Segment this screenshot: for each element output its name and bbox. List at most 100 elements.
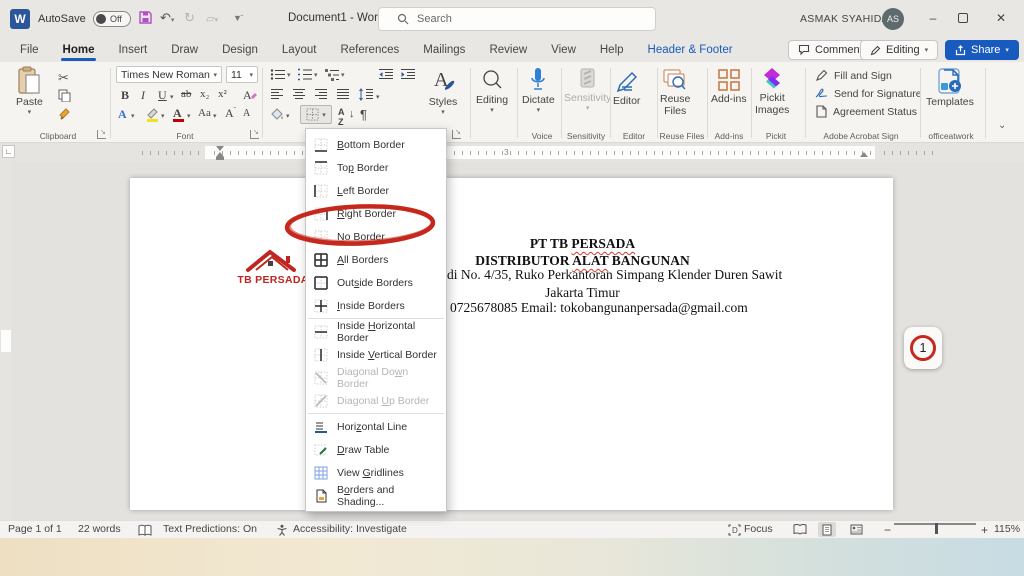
zoom-level[interactable]: 115% [994,523,1020,535]
document-page[interactable]: TB PERSADA PT TB PERSADA DISTRIBUTOR ALA… [130,178,893,510]
tab-design[interactable]: Design [210,38,270,62]
chevron-down-icon[interactable]: ▾ [287,71,291,79]
menu-item-right-border[interactable]: Right Border [306,202,446,225]
proofing-icon[interactable] [138,524,152,536]
cut-icon[interactable]: ✂ [58,70,69,86]
align-left-button[interactable] [270,88,284,101]
menu-item-inside-horizontal-border[interactable]: Inside Horizontal Border [306,320,446,343]
text-effects-button[interactable]: A [118,107,127,122]
chevron-down-icon[interactable]: ▾ [131,112,135,120]
editing-group-button[interactable]: Editing ▾ [476,68,508,114]
chevron-down-icon[interactable]: ▾ [341,71,345,79]
pilcrow-button[interactable]: ¶ [360,107,367,122]
zoom-in-button[interactable]: + [981,523,988,537]
chevron-down-icon[interactable]: ▾ [376,93,380,101]
menu-item-view-gridlines[interactable]: View Gridlines [306,461,446,484]
align-right-button[interactable] [314,88,328,101]
multilevel-list-button[interactable] [324,68,340,81]
autosave-toggle[interactable]: Off [93,11,131,27]
menu-item-inside-vertical-border[interactable]: Inside Vertical Border [306,343,446,366]
chevron-down-icon[interactable]: ▾ [161,112,165,120]
menu-item-no-border[interactable]: No Border [306,225,446,248]
tab-review[interactable]: Review [477,38,539,62]
justify-button[interactable] [336,88,350,101]
chevron-down-icon[interactable]: ▾ [170,93,174,101]
grow-font-button[interactable]: Aˆ [225,106,236,121]
subscript-button[interactable]: x₂ [200,88,209,100]
font-color-button[interactable]: A [173,106,182,121]
styles-dialog-launcher[interactable] [452,130,461,139]
zoom-slider-thumb[interactable] [935,523,938,534]
tab-mailings[interactable]: Mailings [411,38,477,62]
menu-item-draw-table[interactable]: Draw Table [306,438,446,461]
chevron-down-icon[interactable]: ▾ [314,71,318,79]
read-mode-icon[interactable] [793,524,807,535]
italic-button[interactable]: I [141,88,145,103]
reuse-files-button[interactable]: Reuse Files [660,67,690,117]
horizontal-ruler[interactable]: ∟ 3 [0,143,1024,162]
avatar[interactable]: AS [882,8,904,30]
customize-quick-access-icon[interactable]: ▼̄ [233,13,242,23]
menu-item-inside-borders[interactable]: Inside Borders [306,294,446,317]
left-indent-marker[interactable] [216,157,224,160]
pickit-images-button[interactable]: Pickit Images [755,66,789,116]
font-dialog-launcher[interactable] [250,130,259,139]
shrink-font-button[interactable]: A [243,108,250,119]
zoom-out-button[interactable]: − [884,523,891,537]
editor-button[interactable]: Editor [613,67,640,107]
menu-item-top-border[interactable]: Top Border [306,156,446,179]
menu-item-all-borders[interactable]: All Borders [306,248,446,271]
chevron-down-icon[interactable]: ▾ [286,112,290,120]
redo-icon[interactable]: ↻ [184,10,195,26]
send-for-signature-button[interactable]: Send for Signature [815,87,922,100]
chevron-down-icon[interactable]: ▾ [213,112,217,120]
tab-draw[interactable]: Draw [159,38,210,62]
text-predictions[interactable]: Text Predictions: On [163,523,257,535]
line-spacing-button[interactable] [358,88,374,101]
change-case-button[interactable]: Aa [198,107,211,119]
accessibility-icon[interactable] [276,524,288,536]
shading-button[interactable] [270,107,285,122]
focus-icon[interactable]: D [728,524,741,536]
collapse-ribbon-icon[interactable]: ⌄ [998,120,1006,131]
numbering-button[interactable] [297,68,313,81]
sort-button[interactable]: AZ↓ [338,107,345,127]
copy-icon[interactable] [58,89,71,102]
word-app-icon[interactable]: W [10,9,30,29]
tab-home[interactable]: Home [51,38,107,62]
touch-draw-icon[interactable]: ▱▾ [206,12,218,25]
fill-and-sign-button[interactable]: Fill and Sign [815,69,892,82]
tab-file[interactable]: File [8,38,51,62]
align-center-button[interactable] [292,88,306,101]
font-family-combo[interactable]: Times New Roman ▾ [116,66,222,83]
accessibility-status[interactable]: Accessibility: Investigate [293,523,407,535]
tab-layout[interactable]: Layout [270,38,329,62]
close-button[interactable]: ✕ [993,11,1009,25]
word-count[interactable]: 22 words [78,523,121,535]
highlight-color-button[interactable] [145,107,159,122]
tab-help[interactable]: Help [588,38,636,62]
clipboard-dialog-launcher[interactable] [97,130,106,139]
restore-button[interactable] [958,13,968,23]
tab-references[interactable]: References [328,38,411,62]
web-layout-icon[interactable] [850,524,863,535]
vertical-ruler[interactable] [0,162,12,520]
focus-label[interactable]: Focus [744,523,773,535]
addins-button[interactable]: Add-ins [711,67,747,105]
search-box[interactable]: Search [378,7,656,31]
menu-item-bottom-border[interactable]: Bottom Border [306,133,446,156]
agreement-status-button[interactable]: Agreement Status [815,105,917,118]
share-button[interactable]: Share ▾ [945,40,1019,60]
minimize-button[interactable]: – [925,11,941,25]
styles-button[interactable]: A Styles ▾ [428,66,458,116]
increase-indent-button[interactable] [400,68,416,81]
page-indicator[interactable]: Page 1 of 1 [8,523,62,535]
tab-insert[interactable]: Insert [106,38,159,62]
save-icon[interactable] [138,10,153,25]
tab-view[interactable]: View [539,38,588,62]
decrease-indent-button[interactable] [378,68,394,81]
menu-item-outside-borders[interactable]: Outside Borders [306,271,446,294]
font-size-combo[interactable]: 11 ▾ [226,66,258,83]
tab-selector[interactable]: ∟ [2,145,15,158]
menu-item-left-border[interactable]: Left Border [306,179,446,202]
